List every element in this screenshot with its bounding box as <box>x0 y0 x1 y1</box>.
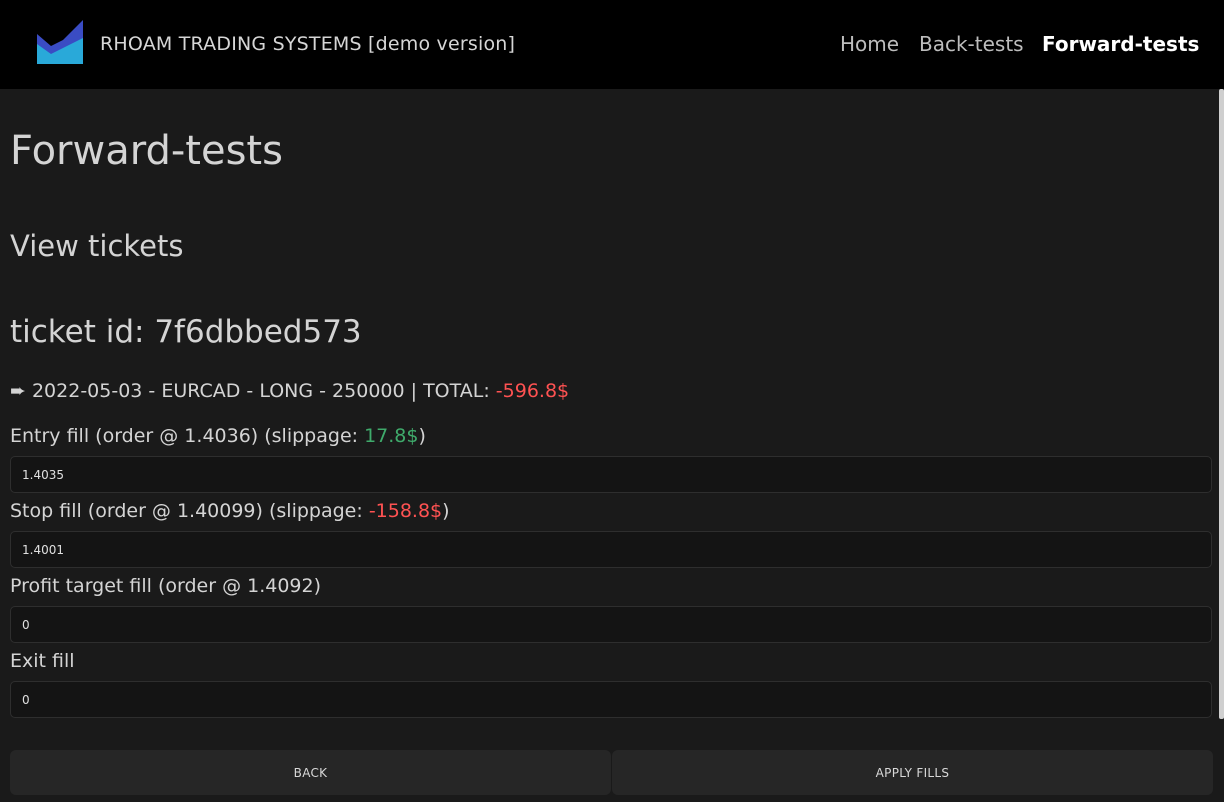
stop-fill-label: Stop fill (order @ 1.40099) (slippage: -… <box>10 500 450 522</box>
back-button[interactable]: Back <box>10 750 611 795</box>
section-title: View tickets <box>10 229 184 263</box>
page-title: Forward-tests <box>10 128 283 174</box>
entry-fill-input[interactable] <box>10 456 1212 493</box>
nav-backtests-link[interactable]: Back-tests <box>919 32 1024 56</box>
entry-slippage-value: 17.8$ <box>364 425 419 447</box>
arrow-right-icon: ➨ <box>10 380 26 402</box>
stop-fill-input[interactable] <box>10 531 1212 568</box>
entry-fill-label-close: ) <box>418 425 426 447</box>
nav-home-link[interactable]: Home <box>840 32 899 56</box>
profit-target-fill-input[interactable] <box>10 606 1212 643</box>
ticket-summary: ➨ 2022-05-03 - EURCAD - LONG - 250000 | … <box>10 380 569 402</box>
ticket-total-value: -596.8$ <box>495 380 570 402</box>
entry-fill-label-text: Entry fill (order @ 1.4036) (slippage: <box>10 425 365 447</box>
exit-fill-label: Exit fill <box>10 650 75 672</box>
ticket-id-heading: ticket id: 7f6dbbed573 <box>10 314 362 350</box>
stop-fill-label-text: Stop fill (order @ 1.40099) (slippage: <box>10 500 369 522</box>
top-navbar: RHOAM TRADING SYSTEMS [demo version] Hom… <box>0 0 1224 89</box>
entry-fill-label: Entry fill (order @ 1.4036) (slippage: 1… <box>10 425 426 447</box>
stop-slippage-value: -158.8$ <box>368 500 443 522</box>
area-chart-logo-icon[interactable] <box>37 20 83 64</box>
ticket-summary-text: 2022-05-03 - EURCAD - LONG - 250000 | TO… <box>31 380 496 402</box>
stop-fill-label-close: ) <box>442 500 450 522</box>
apply-fills-button[interactable]: Apply fills <box>612 750 1213 795</box>
profit-target-fill-label: Profit target fill (order @ 1.4092) <box>10 575 322 597</box>
scrollbar-thumb[interactable] <box>1219 89 1224 719</box>
brand-title[interactable]: RHOAM TRADING SYSTEMS [demo version] <box>100 33 515 55</box>
nav-forwardtests-link[interactable]: Forward-tests <box>1042 32 1199 56</box>
exit-fill-input[interactable] <box>10 681 1212 718</box>
